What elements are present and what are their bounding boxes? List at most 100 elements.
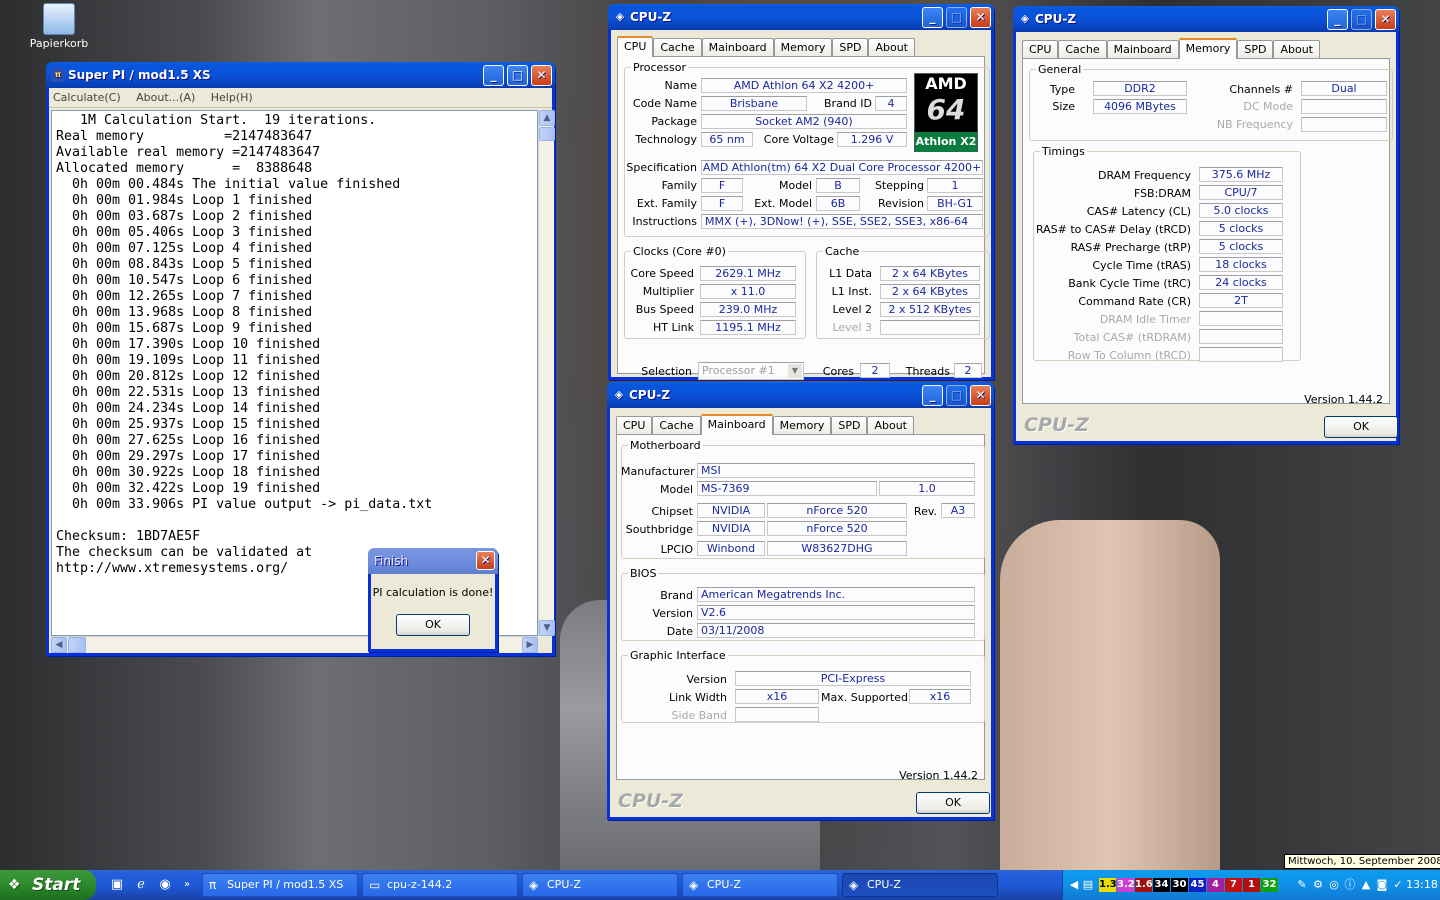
close-button[interactable]: ✕: [970, 385, 991, 406]
tray-app-icon-2[interactable]: ⚙: [1311, 876, 1325, 894]
tray-monitor-value[interactable]: 30: [1171, 878, 1188, 892]
scroll-right-button[interactable]: ▶: [522, 637, 538, 653]
tray-app-icon-4[interactable]: ▲: [1359, 876, 1373, 894]
tray-monitor-value[interactable]: 1: [1243, 878, 1260, 892]
dcmode-label: DC Mode: [1243, 100, 1293, 113]
tray-monitor-value[interactable]: 4: [1207, 878, 1224, 892]
scroll-left-button[interactable]: ◀: [51, 637, 67, 653]
finish-ok-button[interactable]: OK: [396, 614, 470, 636]
tab-spd[interactable]: SPD: [832, 38, 869, 57]
close-button[interactable]: ✕: [531, 65, 552, 86]
scroll-down-button[interactable]: ▼: [539, 620, 555, 636]
corespeed-label: Core Speed: [630, 267, 694, 280]
selection-dropdown[interactable]: Processor #1 ▼: [698, 362, 804, 380]
maximize-button: □: [946, 7, 967, 28]
task-cpuz-1[interactable]: ◈ CPU-Z: [522, 873, 678, 897]
bios-version-value: V2.6: [697, 605, 975, 620]
scroll-thumb[interactable]: [539, 127, 555, 141]
ok-button[interactable]: OK: [916, 792, 990, 814]
start-button[interactable]: ❖ Start: [0, 870, 96, 900]
tab-memory[interactable]: Memory: [773, 38, 833, 57]
close-button[interactable]: ✕: [1375, 9, 1396, 30]
tab-cache[interactable]: Cache: [1058, 40, 1107, 59]
wallpaper-leg: [1000, 520, 1220, 870]
tab-about[interactable]: About: [867, 416, 914, 435]
trcd-value: 5 clocks: [1199, 221, 1283, 236]
minimize-button[interactable]: _: [1327, 9, 1348, 30]
codename-label: Code Name: [632, 97, 697, 110]
tray-monitor-value[interactable]: 45: [1189, 878, 1206, 892]
tab-cpu[interactable]: CPU: [617, 36, 654, 57]
menu-about[interactable]: About...(A): [136, 91, 195, 104]
tray-monitor-value[interactable]: 1.6: [1135, 878, 1153, 892]
menu-calculate[interactable]: Calculate(C): [53, 91, 121, 104]
minimize-button[interactable]: _: [922, 385, 943, 406]
cpuz-mainboard-titlebar[interactable]: ◈ CPU-Z _ □ ✕: [607, 382, 994, 408]
brand-value: American Megatrends Inc.: [697, 587, 975, 602]
scroll-up-button[interactable]: ▲: [539, 110, 555, 126]
tab-about[interactable]: About: [1273, 40, 1320, 59]
vertical-scrollbar[interactable]: ▲ ▼: [538, 110, 555, 636]
start-label: Start: [32, 875, 81, 895]
task-cpuz-3[interactable]: ◈ CPU-Z: [842, 873, 998, 897]
volume-icon[interactable]: ◀: [1067, 876, 1081, 894]
task-cpuz-2[interactable]: ◈ CPU-Z: [682, 873, 838, 897]
minimize-button[interactable]: _: [483, 65, 504, 86]
close-button[interactable]: ✕: [970, 7, 991, 28]
recycle-bin-desktop-icon[interactable]: Papierkorb: [24, 3, 94, 50]
tray-monitor-value[interactable]: 7: [1225, 878, 1242, 892]
show-desktop-icon[interactable]: ▣: [108, 876, 126, 894]
tab-memory[interactable]: Memory: [772, 416, 832, 435]
tray-app-icon-1[interactable]: ✎: [1295, 876, 1309, 894]
task-cpuz-2-label: CPU-Z: [707, 878, 741, 891]
totalcas-value: [1199, 329, 1283, 344]
multiplier-label: Multiplier: [642, 285, 694, 298]
firefox-icon[interactable]: ◉: [156, 876, 174, 894]
task-cpuz-folder[interactable]: ▭ cpu-z-144.2: [362, 873, 518, 897]
hscroll-thumb[interactable]: [68, 637, 86, 653]
cpuz-cpu-titlebar[interactable]: ◈ CPU-Z _ □ ✕: [608, 4, 994, 30]
finish-close-button[interactable]: ✕: [476, 551, 495, 570]
task-superpi[interactable]: π Super PI / mod1.5 XS: [202, 873, 358, 897]
finish-titlebar[interactable]: Finish ✕: [368, 548, 498, 574]
cpuz-memory-titlebar[interactable]: ◈ CPU-Z _ □ ✕: [1013, 6, 1399, 32]
ok-button[interactable]: OK: [1324, 416, 1398, 438]
superpi-title: Super PI / mod1.5 XS: [68, 68, 211, 82]
tab-cpu[interactable]: CPU: [616, 416, 653, 435]
tab-cpu[interactable]: CPU: [1022, 40, 1059, 59]
minimize-button[interactable]: _: [922, 7, 943, 28]
tray-monitor-value[interactable]: 3.2: [1117, 878, 1135, 892]
voltage-label: Core Voltage: [763, 133, 834, 146]
tab-mainboard[interactable]: Mainboard: [701, 38, 774, 57]
cpuz-app-icon: ◈: [1020, 12, 1030, 25]
quicklaunch-more-icon[interactable]: »: [178, 876, 196, 894]
clock[interactable]: 13:18: [1403, 878, 1440, 891]
tray-info-icon[interactable]: ⓘ: [1343, 876, 1357, 894]
menu-help[interactable]: Help(H): [211, 91, 253, 104]
tab-about[interactable]: About: [868, 38, 915, 57]
tab-mainboard[interactable]: Mainboard: [700, 414, 773, 435]
southbridge-label: Southbridge: [625, 523, 693, 536]
tray-monitor-value[interactable]: 34: [1153, 878, 1170, 892]
tab-memory[interactable]: Memory: [1178, 38, 1238, 59]
idle-label: DRAM Idle Timer: [1099, 313, 1191, 326]
tab-spd[interactable]: SPD: [831, 416, 868, 435]
tab-mainboard[interactable]: Mainboard: [1106, 40, 1179, 59]
internet-explorer-icon[interactable]: ℯ: [132, 876, 150, 894]
tray-app-icon-3[interactable]: ◎: [1327, 876, 1341, 894]
superpi-titlebar[interactable]: π Super PI / mod1.5 XS _ □ ✕: [46, 62, 555, 88]
tray-monitor-value[interactable]: 1.3: [1099, 878, 1117, 892]
htlink-value: 1195.1 MHz: [700, 320, 796, 335]
maximize-button[interactable]: □: [507, 65, 528, 86]
voltage-value: 1.296 V: [837, 132, 907, 147]
tray-monitor-value[interactable]: 32: [1261, 878, 1278, 892]
revision-value: BH-G1: [927, 196, 983, 211]
superpi-menubar: Calculate(C) About...(A) Help(H): [49, 88, 552, 108]
tab-cache[interactable]: Cache: [653, 38, 702, 57]
rev-value: A3: [941, 503, 975, 518]
tab-cache[interactable]: Cache: [652, 416, 701, 435]
network-icon[interactable]: ▤: [1081, 876, 1095, 894]
tab-spd[interactable]: SPD: [1237, 40, 1274, 59]
tray-app-icon-5[interactable]: ◙: [1375, 876, 1389, 894]
extfamily-label: Ext. Family: [636, 197, 697, 210]
